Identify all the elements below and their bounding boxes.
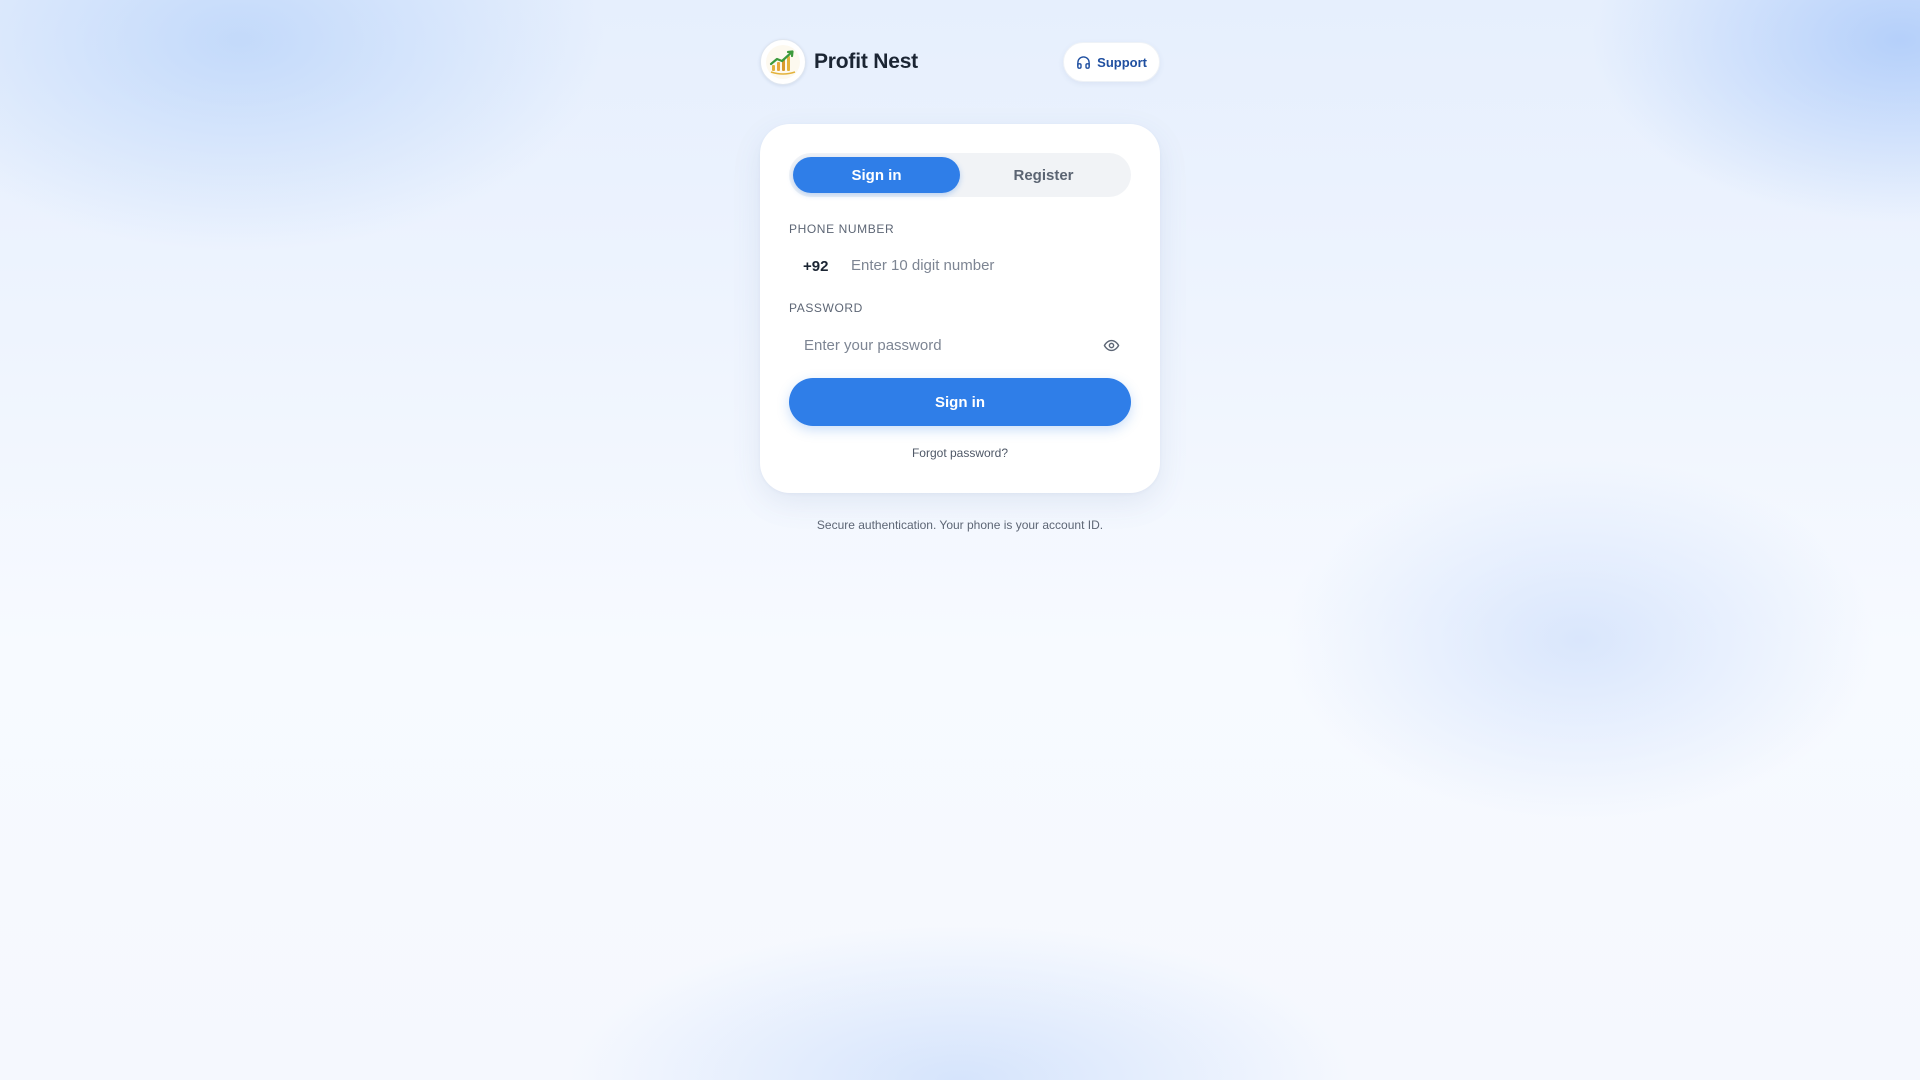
headphones-icon	[1077, 55, 1090, 69]
support-label: Support	[1097, 54, 1147, 70]
brand-name: Profit Nest	[814, 50, 918, 73]
password-input[interactable]	[789, 324, 1091, 366]
phone-input[interactable]	[845, 244, 1131, 286]
password-label: PASSWORD	[789, 301, 863, 315]
auth-card: Sign in Register PHONE NUMBER +92 PASSWO…	[760, 124, 1160, 493]
toggle-password-visibility-button[interactable]	[1091, 325, 1131, 365]
sign-in-submit-button[interactable]: Sign in	[789, 378, 1131, 426]
tab-register[interactable]: Register	[960, 157, 1127, 193]
phone-field-row: +92	[789, 244, 1131, 286]
security-footnote: Secure authentication. Your phone is you…	[816, 518, 1104, 532]
eye-icon	[1103, 339, 1119, 351]
phone-label: PHONE NUMBER	[789, 222, 895, 236]
top-bar: Profit Nest Support	[760, 38, 1160, 86]
country-code-selector[interactable]: +92	[789, 258, 845, 275]
brand-logo	[760, 39, 806, 85]
rising-chart-icon	[766, 45, 800, 79]
auth-tabs: Sign in Register	[789, 153, 1131, 197]
password-field-row	[789, 324, 1131, 366]
forgot-password-link[interactable]: Forgot password?	[760, 446, 1160, 460]
support-button[interactable]: Support	[1063, 42, 1160, 82]
tab-sign-in[interactable]: Sign in	[793, 157, 960, 193]
brand: Profit Nest	[760, 39, 918, 85]
